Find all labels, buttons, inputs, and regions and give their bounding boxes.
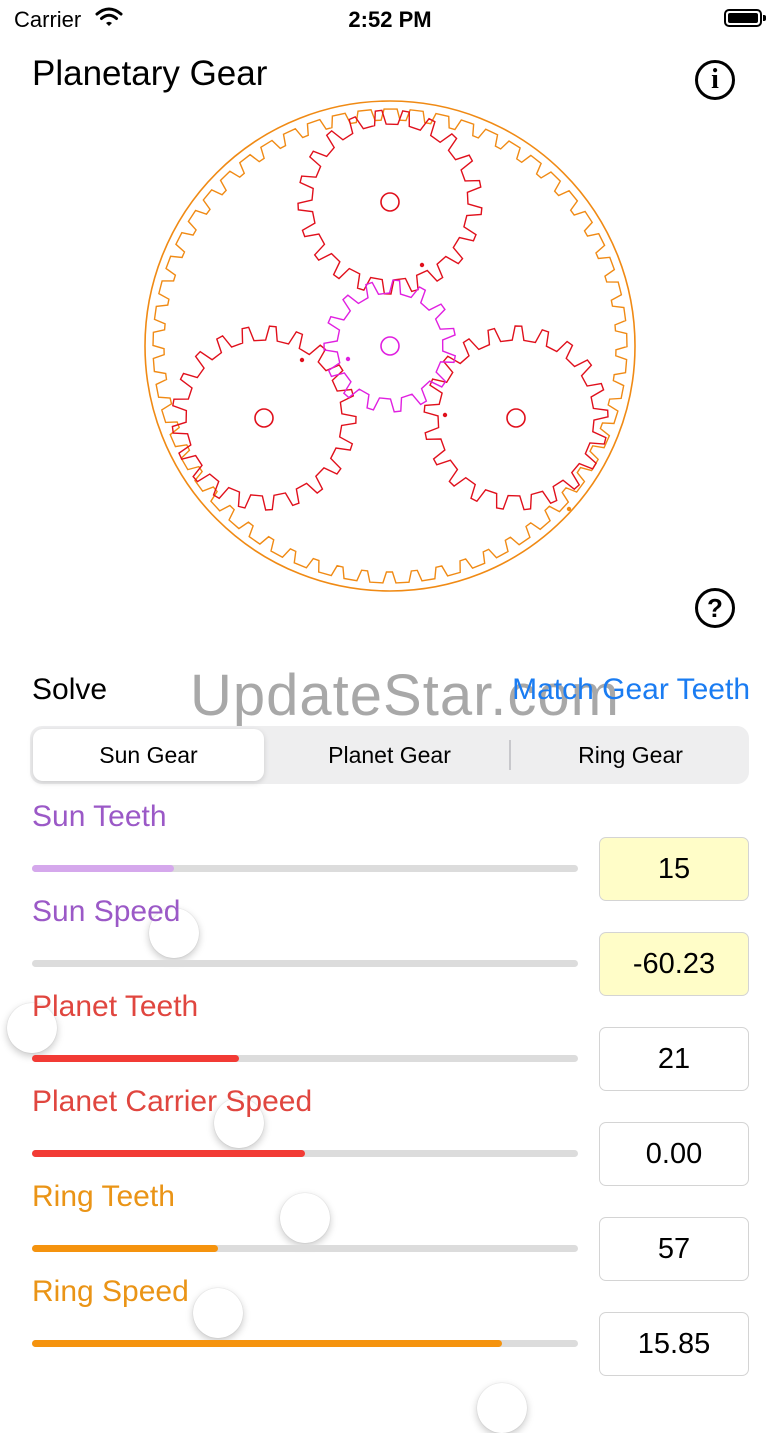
- segment-sun-gear[interactable]: Sun Gear: [33, 729, 264, 781]
- planet-gear-hub: [254, 408, 274, 428]
- planet-carrier-speed-slider[interactable]: [32, 1150, 578, 1243]
- battery-icon: [724, 9, 766, 27]
- planet-carrier-speed-label: Planet Carrier Speed: [32, 1085, 313, 1118]
- planet-carrier-speed-field[interactable]: 0.00: [599, 1122, 749, 1186]
- sun-gear-hub: [380, 336, 400, 356]
- sun-marker-dot: [345, 356, 351, 362]
- status-time: 2:52 PM: [348, 7, 432, 32]
- sun-gear: [323, 279, 457, 413]
- ring-speed-label: Ring Speed: [32, 1275, 189, 1308]
- planet-marker-dot: [419, 262, 425, 268]
- page-title: Planetary Gear: [32, 54, 268, 93]
- info-icon[interactable]: i: [695, 60, 735, 100]
- sun-teeth-field[interactable]: 15: [599, 837, 749, 901]
- planet-teeth-row: Planet Teeth 21: [0, 990, 780, 1148]
- ring-marker-dot: [566, 506, 572, 512]
- ring-speed-row: Ring Speed 15.85: [0, 1275, 780, 1433]
- segment-planet-gear[interactable]: Planet Gear: [274, 729, 505, 781]
- planet-teeth-slider[interactable]: [32, 1055, 578, 1148]
- sun-speed-slider[interactable]: [7, 960, 578, 1053]
- segment-ring-gear[interactable]: Ring Gear: [515, 729, 746, 781]
- planet-gear: [297, 109, 483, 295]
- planet-gear: [171, 325, 357, 511]
- sun-teeth-label: Sun Teeth: [32, 800, 167, 833]
- ring-teeth-slider[interactable]: [32, 1245, 578, 1338]
- help-icon[interactable]: ?: [695, 588, 735, 628]
- match-gear-teeth-link[interactable]: Match Gear Teeth: [512, 673, 750, 707]
- ring-teeth-label: Ring Teeth: [32, 1180, 175, 1213]
- ring-speed-slider[interactable]: [32, 1340, 578, 1433]
- planet-gear-hub: [506, 408, 526, 428]
- sun-teeth-slider[interactable]: [32, 865, 578, 958]
- segment-divider: [509, 740, 511, 770]
- sun-speed-row: Sun Speed -60.23: [0, 895, 780, 1053]
- ring-teeth-row: Ring Teeth 57: [0, 1180, 780, 1338]
- planet-marker-dot: [299, 357, 305, 363]
- ring-speed-field[interactable]: 15.85: [599, 1312, 749, 1376]
- planet-marker-dot: [442, 412, 448, 418]
- solve-segmented-control: Sun Gear Planet Gear Ring Gear: [30, 726, 749, 784]
- sun-speed-field[interactable]: -60.23: [599, 932, 749, 996]
- planetary-gear-diagram: [144, 100, 636, 592]
- status-bar: Carrier 2:52 PM: [0, 0, 780, 44]
- ring-teeth-field[interactable]: 57: [599, 1217, 749, 1281]
- solve-label: Solve: [32, 673, 108, 706]
- planet-gear: [423, 325, 609, 511]
- planet-carrier-speed-row: Planet Carrier Speed 0.00: [0, 1085, 780, 1243]
- sun-speed-label: Sun Speed: [32, 895, 181, 928]
- planet-teeth-field[interactable]: 21: [599, 1027, 749, 1091]
- planet-gear-hub: [380, 192, 400, 212]
- ring-gear-teeth: [152, 108, 628, 584]
- slider-thumb[interactable]: [476, 1383, 527, 1433]
- planet-teeth-label: Planet Teeth: [32, 990, 199, 1023]
- sun-teeth-row: Sun Teeth 15: [0, 800, 780, 958]
